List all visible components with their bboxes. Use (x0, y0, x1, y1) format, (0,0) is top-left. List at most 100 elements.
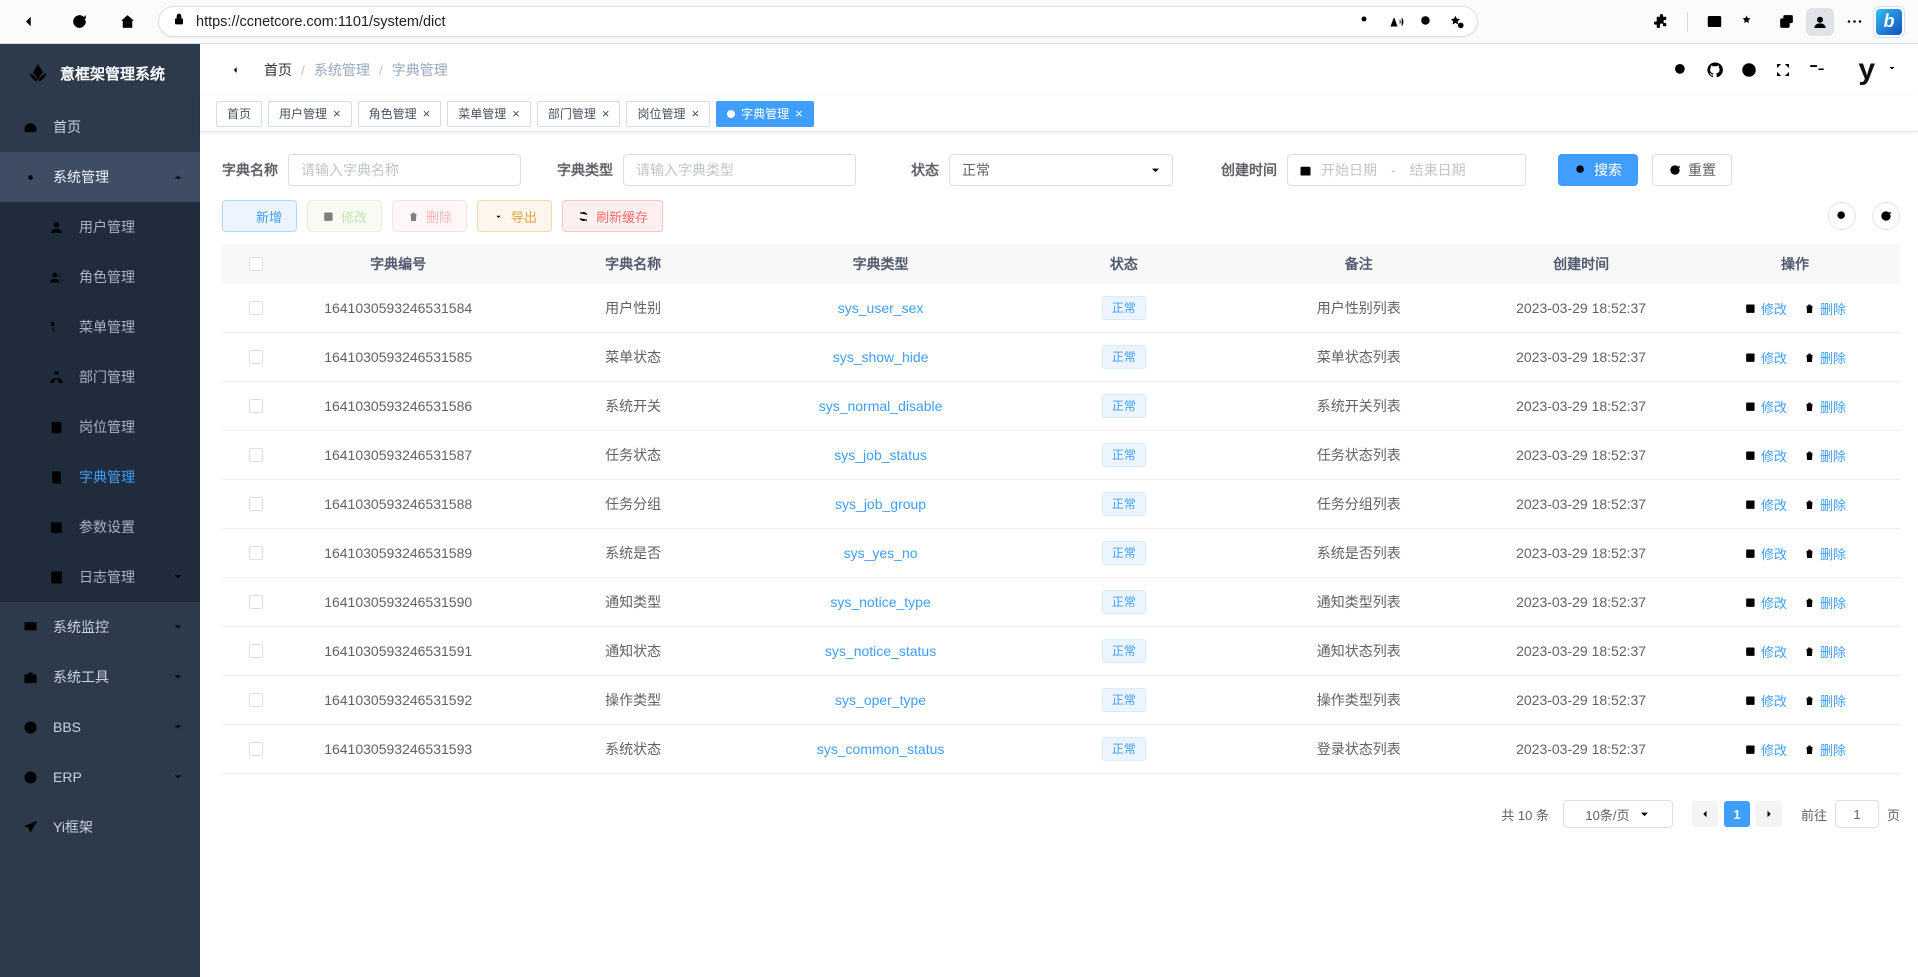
refresh-icon[interactable] (62, 5, 96, 39)
row-delete-link[interactable]: 删除 (1803, 495, 1846, 514)
sidebar-item-role-mgmt[interactable]: 角色管理 (0, 252, 200, 302)
row-edit-link[interactable]: 修改 (1744, 397, 1787, 416)
tab-close-icon[interactable]: × (423, 107, 431, 120)
row-delete-link[interactable]: 删除 (1803, 446, 1846, 465)
row-checkbox[interactable] (249, 350, 263, 364)
tab-dept-mgmt[interactable]: 部门管理 × (537, 101, 621, 127)
breadcrumb-home[interactable]: 首页 (264, 60, 292, 80)
row-edit-link[interactable]: 修改 (1744, 446, 1787, 465)
sidebar-item-bbs[interactable]: BBS (0, 702, 200, 752)
tab-close-icon[interactable]: × (512, 107, 520, 120)
next-page-button[interactable] (1756, 801, 1782, 827)
row-checkbox[interactable] (249, 595, 263, 609)
row-edit-link[interactable]: 修改 (1744, 740, 1787, 759)
row-delete-link[interactable]: 删除 (1803, 348, 1846, 367)
home-icon[interactable] (110, 5, 144, 39)
show-search-button[interactable] (1828, 202, 1856, 230)
sidebar-item-dict-mgmt[interactable]: 字典管理 (0, 452, 200, 502)
row-delete-link[interactable]: 删除 (1803, 299, 1846, 318)
row-checkbox[interactable] (249, 546, 263, 560)
row-checkbox[interactable] (249, 693, 263, 707)
row-delete-link[interactable]: 删除 (1803, 642, 1846, 661)
dict-type-link[interactable]: sys_normal_disable (819, 398, 943, 414)
url-text[interactable]: https://ccnetcore.com:1101/system/dict (196, 14, 1351, 30)
add-button[interactable]: 新增 (222, 200, 297, 232)
row-edit-link[interactable]: 修改 (1744, 691, 1787, 710)
dict-type-input[interactable] (623, 154, 856, 186)
key-icon[interactable] (1351, 8, 1381, 36)
row-delete-link[interactable]: 删除 (1803, 691, 1846, 710)
sidebar-item-menu-mgmt[interactable]: 菜单管理 (0, 302, 200, 352)
breadcrumb-system[interactable]: 系统管理 (314, 60, 370, 80)
tab-home[interactable]: 首页 (216, 101, 262, 127)
collections-icon[interactable] (1770, 6, 1802, 38)
tab-close-icon[interactable]: × (795, 107, 803, 120)
current-page[interactable]: 1 (1724, 801, 1750, 827)
dict-type-link[interactable]: sys_common_status (817, 741, 945, 757)
tab-menu-mgmt[interactable]: 菜单管理 × (447, 101, 531, 127)
dict-type-link[interactable]: sys_yes_no (844, 545, 918, 561)
sidebar-item-user-mgmt[interactable]: 用户管理 (0, 202, 200, 252)
prev-page-button[interactable] (1692, 801, 1718, 827)
row-delete-link[interactable]: 删除 (1803, 740, 1846, 759)
dict-type-link[interactable]: sys_notice_status (825, 643, 936, 659)
user-logo[interactable]: y (1858, 55, 1874, 85)
row-checkbox[interactable] (249, 399, 263, 413)
help-icon[interactable] (1732, 53, 1766, 87)
row-edit-link[interactable]: 修改 (1744, 348, 1787, 367)
back-icon[interactable] (14, 5, 48, 39)
bing-chat-icon[interactable]: b (1874, 7, 1904, 37)
dict-type-link[interactable]: sys_user_sex (838, 300, 924, 316)
sidebar-item-dept-mgmt[interactable]: 部门管理 (0, 352, 200, 402)
row-edit-link[interactable]: 修改 (1744, 642, 1787, 661)
sidebar-item-post-mgmt[interactable]: 岗位管理 (0, 402, 200, 452)
fullscreen-icon[interactable] (1766, 53, 1800, 87)
sidebar-item-erp[interactable]: ERP (0, 752, 200, 802)
refresh-table-button[interactable] (1872, 202, 1900, 230)
profile-icon[interactable] (1806, 8, 1834, 36)
row-delete-link[interactable]: 删除 (1803, 593, 1846, 612)
split-screen-icon[interactable] (1698, 6, 1730, 38)
row-edit-link[interactable]: 修改 (1744, 593, 1787, 612)
tab-role-mgmt[interactable]: 角色管理 × (358, 101, 442, 127)
sidebar-item-home[interactable]: 首页 (0, 102, 200, 152)
sidebar-item-yi-framework[interactable]: Yi框架 (0, 802, 200, 852)
dict-type-link[interactable]: sys_notice_type (830, 594, 930, 610)
export-button[interactable]: 导出 (477, 200, 552, 232)
start-date-placeholder[interactable]: 开始日期 (1321, 160, 1377, 180)
tab-user-mgmt[interactable]: 用户管理 × (268, 101, 352, 127)
reset-button[interactable]: 重置 (1652, 154, 1732, 186)
row-edit-link[interactable]: 修改 (1744, 299, 1787, 318)
dict-type-link[interactable]: sys_job_group (835, 496, 926, 512)
dict-name-input[interactable] (288, 154, 521, 186)
sidebar-item-system-tools[interactable]: 系统工具 (0, 652, 200, 702)
sidebar-item-log-mgmt[interactable]: 日志管理 (0, 552, 200, 602)
caret-down-icon[interactable] (1886, 61, 1898, 79)
font-size-icon[interactable] (1800, 53, 1834, 87)
edit-button[interactable]: 修改 (307, 200, 382, 232)
extensions-icon[interactable] (1645, 6, 1677, 38)
row-edit-link[interactable]: 修改 (1744, 544, 1787, 563)
sidebar-item-system-monitor[interactable]: 系统监控 (0, 602, 200, 652)
refresh-cache-button[interactable]: 刷新缓存 (562, 200, 663, 232)
read-aloud-icon[interactable] (1381, 8, 1411, 36)
goto-page-input[interactable] (1835, 800, 1879, 828)
row-delete-link[interactable]: 删除 (1803, 397, 1846, 416)
dict-type-link[interactable]: sys_show_hide (833, 349, 929, 365)
status-select[interactable]: 正常 (949, 154, 1173, 186)
row-checkbox[interactable] (249, 448, 263, 462)
sidebar-item-system-mgmt[interactable]: 系统管理 (0, 152, 200, 202)
search-icon[interactable] (1664, 53, 1698, 87)
add-favorite-icon[interactable] (1441, 8, 1471, 36)
row-edit-link[interactable]: 修改 (1744, 495, 1787, 514)
sidebar-collapse-icon[interactable] (220, 53, 254, 87)
search-button[interactable]: 搜索 (1558, 154, 1638, 186)
select-all-checkbox[interactable] (249, 257, 263, 271)
end-date-placeholder[interactable]: 结束日期 (1410, 160, 1466, 180)
date-range-input[interactable]: 开始日期 - 结束日期 (1287, 154, 1526, 186)
dict-type-link[interactable]: sys_job_status (834, 447, 927, 463)
address-bar[interactable]: https://ccnetcore.com:1101/system/dict (158, 6, 1478, 37)
row-checkbox[interactable] (249, 301, 263, 315)
favorites-icon[interactable] (1734, 6, 1766, 38)
page-size-select[interactable]: 10条/页 (1563, 800, 1673, 828)
